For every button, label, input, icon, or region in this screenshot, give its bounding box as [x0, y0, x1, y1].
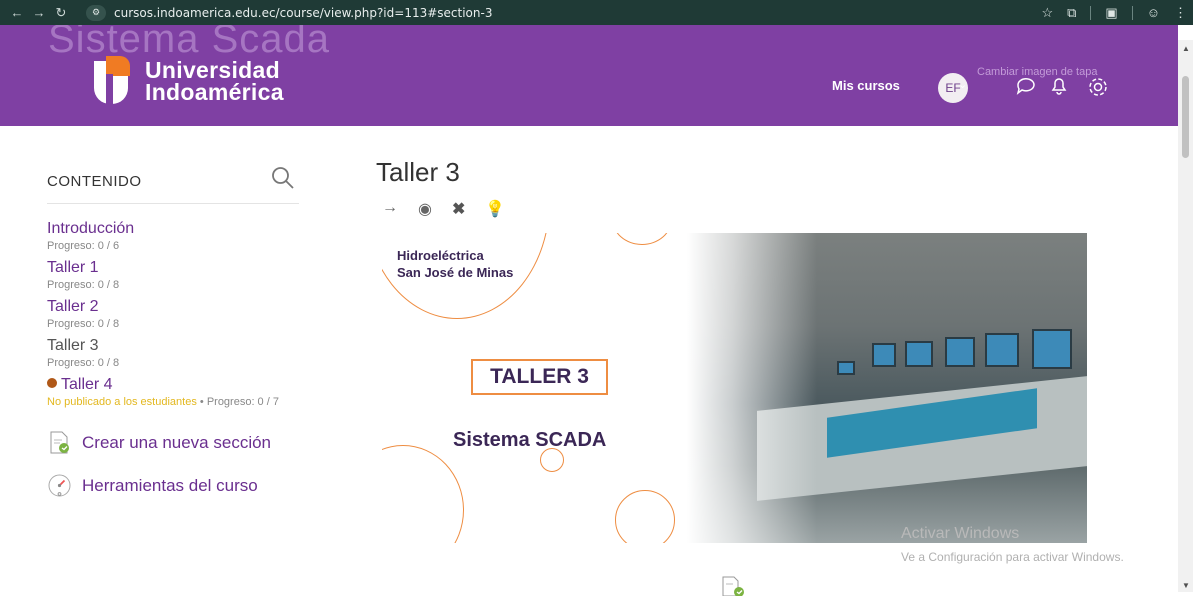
section-progress: Progreso: 0 / 8 — [47, 357, 120, 369]
section-progress: Progreso: 0 / 6 — [47, 240, 120, 252]
windows-activation-title: Activar Windows — [901, 525, 1020, 542]
section-name[interactable]: Taller 1 — [47, 259, 299, 277]
chat-icon[interactable] — [1015, 75, 1037, 103]
course-index-sidebar: CONTENIDO Introducción Progreso: 0 / 6 T… — [47, 160, 299, 498]
address-bar[interactable]: ⚙ cursos.indoamerica.edu.ec/course/view.… — [86, 0, 492, 25]
move-icon[interactable]: → — [382, 199, 398, 219]
sidebar-section-taller-4[interactable]: Taller 4 No publicado a los estudiantes … — [47, 376, 299, 408]
course-tools-link[interactable]: Herramientas del curso — [47, 473, 299, 498]
page-scrollbar[interactable]: ▲ ▼ — [1178, 40, 1193, 592]
nav-mis-cursos[interactable]: Mis cursos — [832, 78, 900, 93]
tune-icon[interactable]: ⚙ — [86, 4, 106, 21]
banner-hidro-label: Hidroeléctrica San José de Minas — [397, 247, 513, 281]
more-menu-icon[interactable]: ⋮ — [1174, 5, 1187, 21]
section-tools: → ◉ ✖ 💡 — [382, 199, 505, 219]
section-name[interactable]: Taller 4 — [61, 376, 113, 393]
url-text[interactable]: cursos.indoamerica.edu.ec/course/view.ph… — [114, 6, 492, 20]
page-icon[interactable] — [720, 576, 748, 596]
forward-icon[interactable]: → — [28, 5, 50, 21]
extensions-icon[interactable]: ⧉ — [1067, 5, 1076, 21]
unpublished-badge: No publicado a los estudiantes — [47, 396, 197, 408]
toolbar-divider — [1131, 5, 1133, 20]
hidro-line-1: Hidroeléctrica — [397, 248, 484, 263]
gear-icon[interactable] — [1086, 75, 1110, 105]
section-name[interactable]: Taller 2 — [47, 298, 299, 316]
site-header: Sistema Scada Universidad Indoamérica Mi… — [0, 25, 1178, 126]
scrollbar-thumb[interactable] — [1182, 76, 1189, 158]
back-icon[interactable]: ← — [6, 5, 28, 21]
windows-activation-text: Ve a Configuración para activar Windows. — [901, 550, 1124, 564]
sidebar-section-taller-1[interactable]: Taller 1 Progreso: 0 / 8 — [47, 259, 299, 291]
logo-line-1: Universidad — [145, 56, 280, 83]
course-tools-label[interactable]: Herramientas del curso — [82, 476, 258, 496]
logo-mark-icon — [94, 56, 130, 104]
decorative-ring — [612, 233, 672, 245]
toolbar-divider — [1090, 5, 1092, 20]
scroll-up-icon[interactable]: ▲ — [1182, 44, 1190, 53]
section-progress: Progreso: 0 / 7 — [206, 396, 279, 408]
section-name[interactable]: Taller 3 — [47, 337, 299, 355]
section-name[interactable]: Introducción — [47, 220, 299, 238]
section-title: Taller 3 — [376, 157, 460, 187]
hidro-line-2: San José de Minas — [397, 265, 514, 280]
bookmark-star-icon[interactable]: ☆ — [1041, 5, 1053, 21]
create-section-link[interactable]: Crear una nueva sección — [47, 430, 299, 455]
control-room-photo — [687, 233, 1087, 543]
meta-separator: • — [199, 396, 204, 408]
bell-icon[interactable] — [1048, 75, 1070, 103]
new-page-icon — [50, 431, 69, 454]
sidebar-section-introduccion[interactable]: Introducción Progreso: 0 / 6 — [47, 220, 299, 252]
chevron-down-icon[interactable]: ⌄ — [958, 78, 967, 91]
logo-line-2: Indoamérica — [145, 78, 284, 105]
decorative-ring — [615, 490, 675, 543]
scroll-down-icon[interactable]: ▼ — [1182, 581, 1190, 590]
reload-icon[interactable]: ↻ — [50, 5, 72, 21]
section-progress: Progreso: 0 / 8 — [47, 318, 120, 330]
sidebar-section-taller-3[interactable]: Taller 3 Progreso: 0 / 8 — [47, 337, 299, 369]
side-panel-icon[interactable]: ▣ — [1105, 5, 1117, 21]
gauge-icon — [48, 474, 71, 497]
section-progress: Progreso: 0 / 8 — [47, 279, 120, 291]
photo-fade — [687, 233, 817, 543]
course-index-header: CONTENIDO — [47, 160, 299, 204]
sidebar-section-taller-2[interactable]: Taller 2 Progreso: 0 / 8 — [47, 298, 299, 330]
delete-icon[interactable]: ✖ — [452, 199, 465, 219]
course-index-title: CONTENIDO — [47, 173, 142, 190]
highlight-icon[interactable]: 💡 — [485, 199, 505, 219]
search-icon[interactable] — [270, 165, 296, 198]
change-cover-image-link[interactable]: Cambiar imagen de tapa — [977, 66, 1097, 78]
create-section-label[interactable]: Crear una nueva sección — [82, 433, 271, 453]
banner-taller-label: TALLER 3 — [471, 359, 608, 395]
section-banner-image: Hidroeléctrica San José de Minas TALLER … — [382, 233, 1088, 543]
university-logo[interactable]: Universidad Indoamérica — [94, 56, 284, 104]
browser-toolbar: ← → ↻ ⚙ cursos.indoamerica.edu.ec/course… — [0, 0, 1193, 25]
profile-icon[interactable]: ☺ — [1147, 5, 1160, 20]
decorative-ring — [382, 445, 464, 543]
current-section-dot-icon — [47, 378, 57, 388]
eye-icon[interactable]: ◉ — [418, 199, 432, 219]
banner-scada-label: Sistema SCADA — [453, 429, 607, 451]
